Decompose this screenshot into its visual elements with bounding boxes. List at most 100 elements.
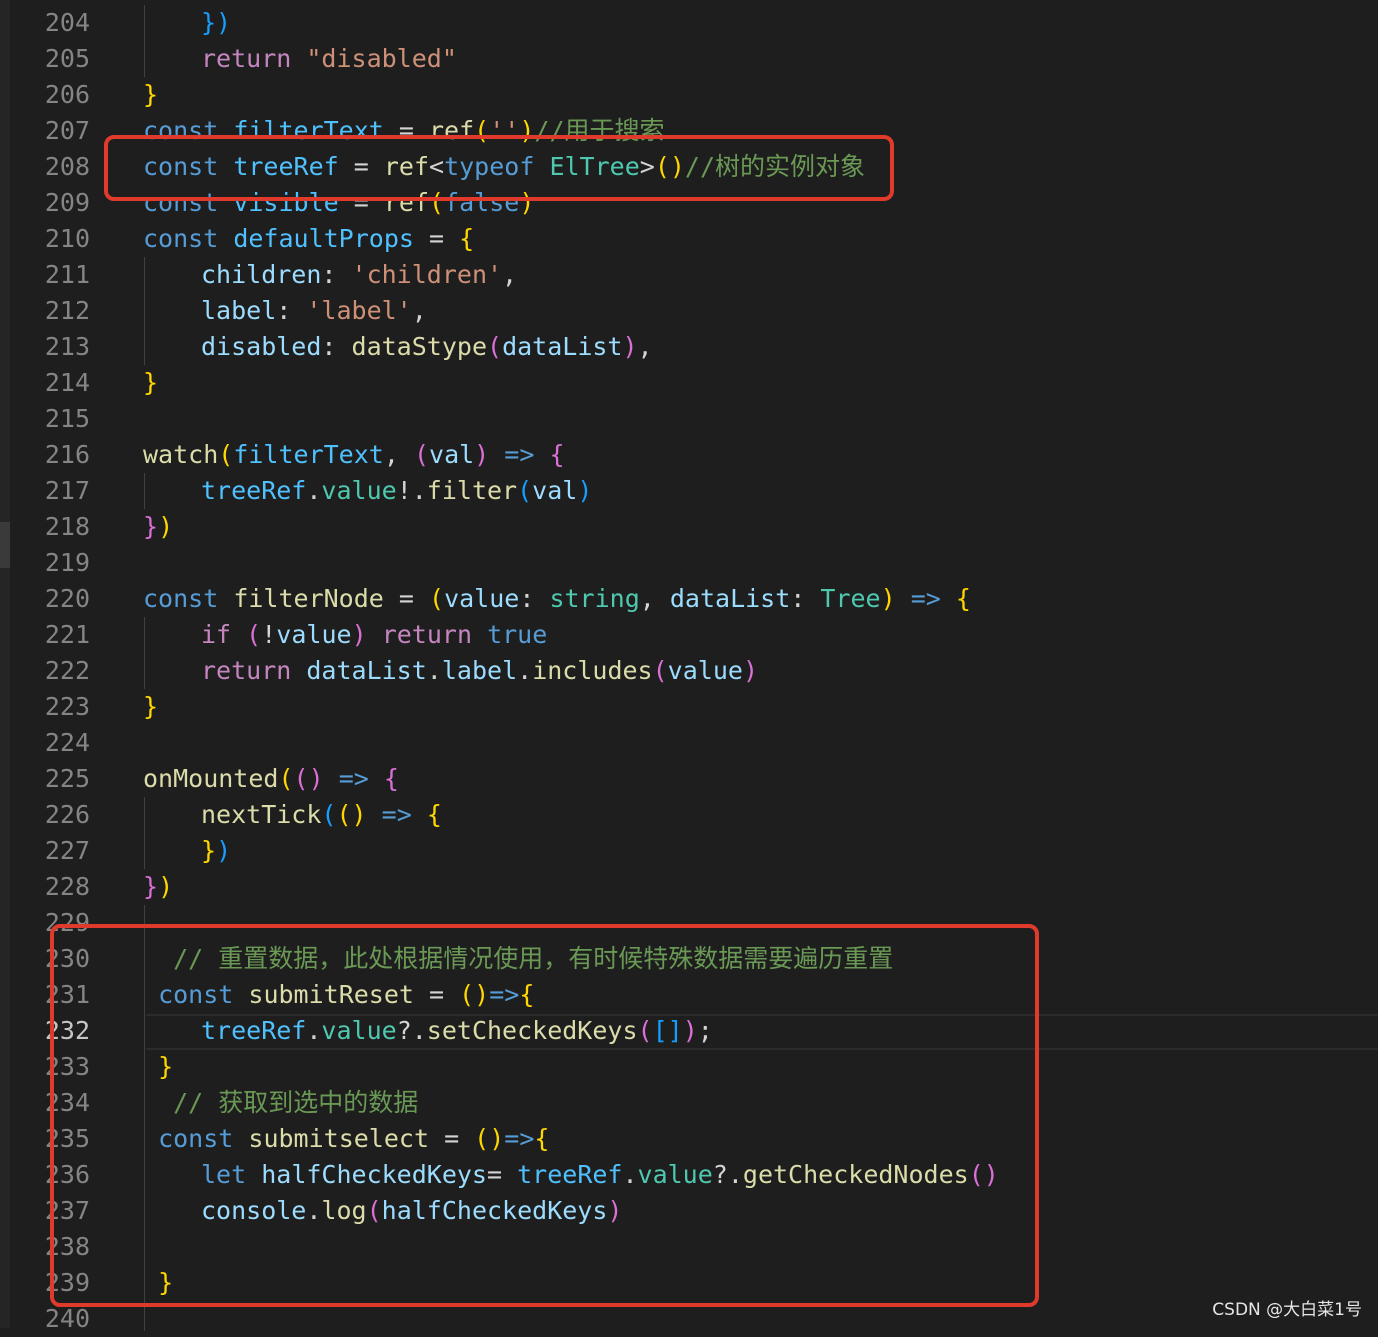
code-line[interactable]: 233 } bbox=[0, 1049, 1378, 1085]
code-token: } bbox=[143, 692, 159, 721]
code-text[interactable]: const visible = ref(false) bbox=[143, 185, 534, 221]
code-line[interactable]: 222 return dataList.label.includes(value) bbox=[0, 653, 1378, 689]
code-lines[interactable]: 204}) 205 return "disabled" 206} 207 const fi… bbox=[0, 5, 1378, 1337]
code-line[interactable]: 204}) bbox=[0, 5, 1378, 41]
code-text[interactable]: return "disabled" bbox=[201, 41, 457, 77]
code-token: filterText bbox=[233, 440, 384, 469]
line-number: 212 bbox=[44, 296, 90, 325]
code-line[interactable]: 206} bbox=[0, 77, 1378, 113]
code-token: ) bbox=[622, 332, 638, 361]
code-text[interactable]: watch(filterText, (val) => { bbox=[143, 437, 565, 473]
code-text[interactable]: treeRef.value?.setCheckedKeys([]); bbox=[201, 1013, 713, 1049]
code-line[interactable]: 216 watch(filterText, (val) => { bbox=[0, 437, 1378, 473]
code-line[interactable]: 234 // 获取到选中的数据 bbox=[0, 1085, 1378, 1121]
code-token: ( bbox=[246, 620, 262, 649]
code-line[interactable]: 239 } bbox=[0, 1265, 1378, 1301]
code-text[interactable]: treeRef.value!.filter(val) bbox=[201, 473, 592, 509]
code-line[interactable]: 218}) bbox=[0, 509, 1378, 545]
code-text[interactable]: } bbox=[143, 77, 158, 113]
code-line[interactable]: 231 const submitReset = ()=>{ bbox=[0, 977, 1378, 1013]
code-line[interactable]: 225 onMounted(() => { bbox=[0, 761, 1378, 797]
code-line[interactable]: 223} bbox=[0, 689, 1378, 725]
code-text[interactable]: children: 'children', bbox=[201, 257, 517, 293]
line-number: 238 bbox=[44, 1232, 90, 1261]
code-line[interactable]: 219 bbox=[0, 545, 1378, 581]
code-text[interactable]: }) bbox=[201, 5, 231, 41]
code-line[interactable]: 220 const filterNode = (value: string, da… bbox=[0, 581, 1378, 617]
code-text[interactable]: const treeRef = ref<typeof ElTree>()//树的… bbox=[143, 149, 865, 185]
line-number: 230 bbox=[44, 944, 90, 973]
code-line[interactable]: 211 children: 'children', bbox=[0, 257, 1378, 293]
code-text[interactable]: console.log(halfCheckedKeys) bbox=[201, 1193, 622, 1229]
code-line[interactable]: 232 treeRef.value?.setCheckedKeys([]); bbox=[0, 1013, 1378, 1050]
line-number: 211 bbox=[44, 260, 90, 289]
code-text[interactable]: return dataList.label.includes(value) bbox=[201, 653, 758, 689]
code-token: < bbox=[429, 152, 445, 181]
code-text[interactable]: nextTick(() => { bbox=[201, 797, 442, 833]
code-line[interactable]: 213 disabled: dataStype(dataList), bbox=[0, 329, 1378, 365]
code-line[interactable]: 217 treeRef.value!.filter(val) bbox=[0, 473, 1378, 509]
code-text[interactable]: // 重置数据，此处根据情况使用，有时候特殊数据需要遍历重置 bbox=[143, 941, 893, 977]
code-line[interactable]: 235 const submitselect = ()=>{ bbox=[0, 1121, 1378, 1157]
code-text[interactable]: }) bbox=[143, 509, 173, 545]
code-token: setCheckedKeys bbox=[426, 1016, 638, 1045]
code-line[interactable]: 210 const defaultProps = { bbox=[0, 221, 1378, 257]
code-line[interactable]: 209 const visible = ref(false) bbox=[0, 185, 1378, 221]
code-line[interactable]: 240 bbox=[0, 1301, 1378, 1337]
code-text[interactable]: const filterText = ref('')//用于搜索 bbox=[143, 113, 665, 149]
code-line[interactable]: 226 nextTick(() => { bbox=[0, 797, 1378, 833]
code-line[interactable]: 215 bbox=[0, 401, 1378, 437]
code-text[interactable]: const filterNode = (value: string, dataL… bbox=[143, 581, 971, 617]
code-token: submitReset bbox=[248, 980, 414, 1009]
code-line[interactable]: 238 bbox=[0, 1229, 1378, 1265]
code-line[interactable]: 236 let halfCheckedKeys= treeRef.value?.g… bbox=[0, 1157, 1378, 1193]
code-line[interactable]: 230 // 重置数据，此处根据情况使用，有时候特殊数据需要遍历重置 bbox=[0, 941, 1378, 977]
code-text[interactable]: if (!value) return true bbox=[201, 617, 547, 653]
code-text[interactable]: disabled: dataStype(dataList), bbox=[201, 329, 653, 365]
code-text[interactable]: onMounted(() => { bbox=[143, 761, 399, 797]
code-text[interactable]: const submitReset = ()=>{ bbox=[143, 977, 534, 1013]
code-text[interactable]: const defaultProps = { bbox=[143, 221, 474, 257]
line-number: 235 bbox=[44, 1124, 90, 1153]
code-text[interactable]: }) bbox=[201, 833, 231, 869]
code-token: value bbox=[667, 656, 743, 685]
code-line[interactable]: 212 label: 'label', bbox=[0, 293, 1378, 329]
code-line[interactable]: 237 console.log(halfCheckedKeys) bbox=[0, 1193, 1378, 1229]
code-text[interactable]: const submitselect = ()=>{ bbox=[143, 1121, 549, 1157]
code-line[interactable]: 224 bbox=[0, 725, 1378, 761]
code-line[interactable]: 227}) bbox=[0, 833, 1378, 869]
code-line[interactable]: 207 const filterText = ref('')//用于搜索 bbox=[0, 113, 1378, 149]
line-number: 236 bbox=[44, 1160, 90, 1189]
code-text[interactable]: let halfCheckedKeys= treeRef.value?.getC… bbox=[201, 1157, 999, 1193]
code-text[interactable]: label: 'label', bbox=[201, 293, 427, 329]
code-editor[interactable]: 204}) 205 return "disabled" 206} 207 const fi… bbox=[0, 0, 1378, 1333]
code-line[interactable]: 214} bbox=[0, 365, 1378, 401]
code-text[interactable]: } bbox=[143, 689, 158, 725]
code-text[interactable]: // 获取到选中的数据 bbox=[143, 1085, 418, 1121]
code-token: => bbox=[504, 440, 535, 469]
code-line[interactable]: 229 bbox=[0, 905, 1378, 941]
code-text[interactable]: }) bbox=[143, 869, 173, 905]
code-token: : bbox=[790, 584, 821, 613]
code-token: : bbox=[519, 584, 550, 613]
code-line[interactable]: 228}) bbox=[0, 869, 1378, 905]
line-number: 234 bbox=[44, 1088, 90, 1117]
code-text[interactable]: } bbox=[143, 1265, 173, 1301]
code-token: !. bbox=[396, 476, 427, 505]
code-token: filterText bbox=[233, 116, 384, 145]
code-line[interactable]: 221 if (!value) return true bbox=[0, 617, 1378, 653]
code-text[interactable]: } bbox=[143, 1049, 173, 1085]
code-token: ( bbox=[637, 1016, 653, 1045]
code-line[interactable]: 205 return "disabled" bbox=[0, 41, 1378, 77]
code-line[interactable]: 208 const treeRef = ref<typeof ElTree>()/… bbox=[0, 149, 1378, 185]
code-text[interactable]: } bbox=[143, 365, 158, 401]
line-number: 208 bbox=[44, 152, 90, 181]
line-number: 204 bbox=[44, 8, 90, 37]
code-token: return bbox=[201, 656, 292, 685]
